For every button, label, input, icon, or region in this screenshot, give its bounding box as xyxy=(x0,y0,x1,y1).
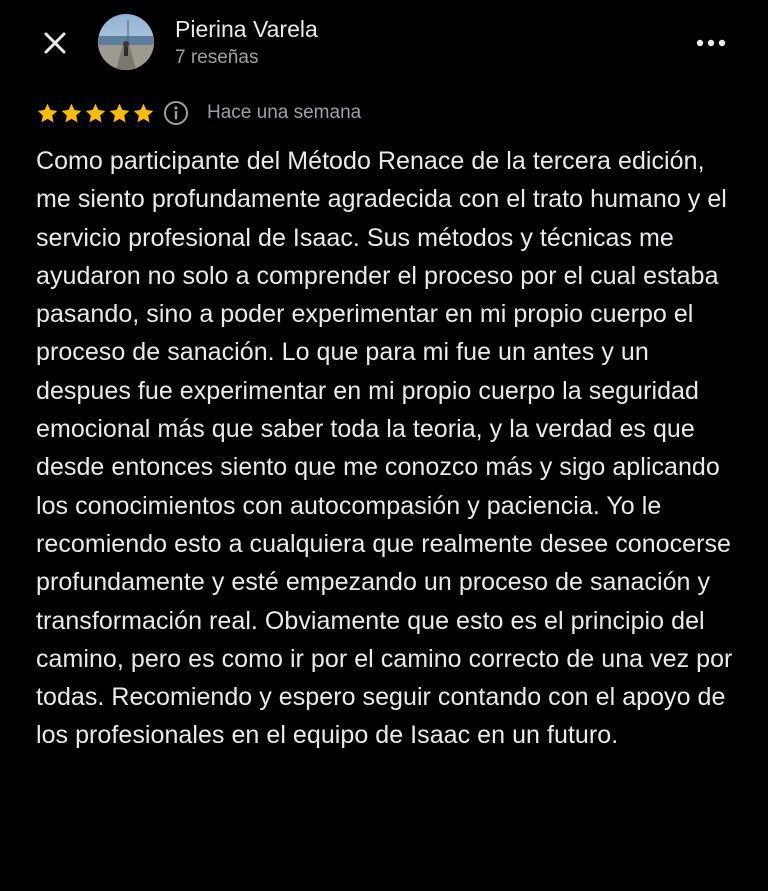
star-icon xyxy=(85,103,106,122)
star-icon xyxy=(109,103,130,122)
review-count: 7 reseñas xyxy=(175,47,259,68)
review-time: Hace una semana xyxy=(207,102,362,123)
review-header: Pierina Varela 7 reseñas xyxy=(0,0,768,84)
more-options-button[interactable] xyxy=(690,26,734,60)
reviewer-name[interactable]: Pierina Varela xyxy=(175,16,318,43)
info-icon[interactable] xyxy=(163,100,189,126)
review-text: Como participante del Método Renace de l… xyxy=(36,147,733,750)
more-horizontal-icon xyxy=(696,39,726,47)
star-icon xyxy=(61,103,82,122)
review-meta: Hace una semana xyxy=(36,98,361,128)
star-icon xyxy=(133,103,154,122)
star-rating xyxy=(36,102,155,125)
close-button[interactable] xyxy=(38,26,72,60)
avatar[interactable] xyxy=(98,14,154,70)
star-icon xyxy=(37,103,58,122)
close-icon xyxy=(44,32,66,54)
